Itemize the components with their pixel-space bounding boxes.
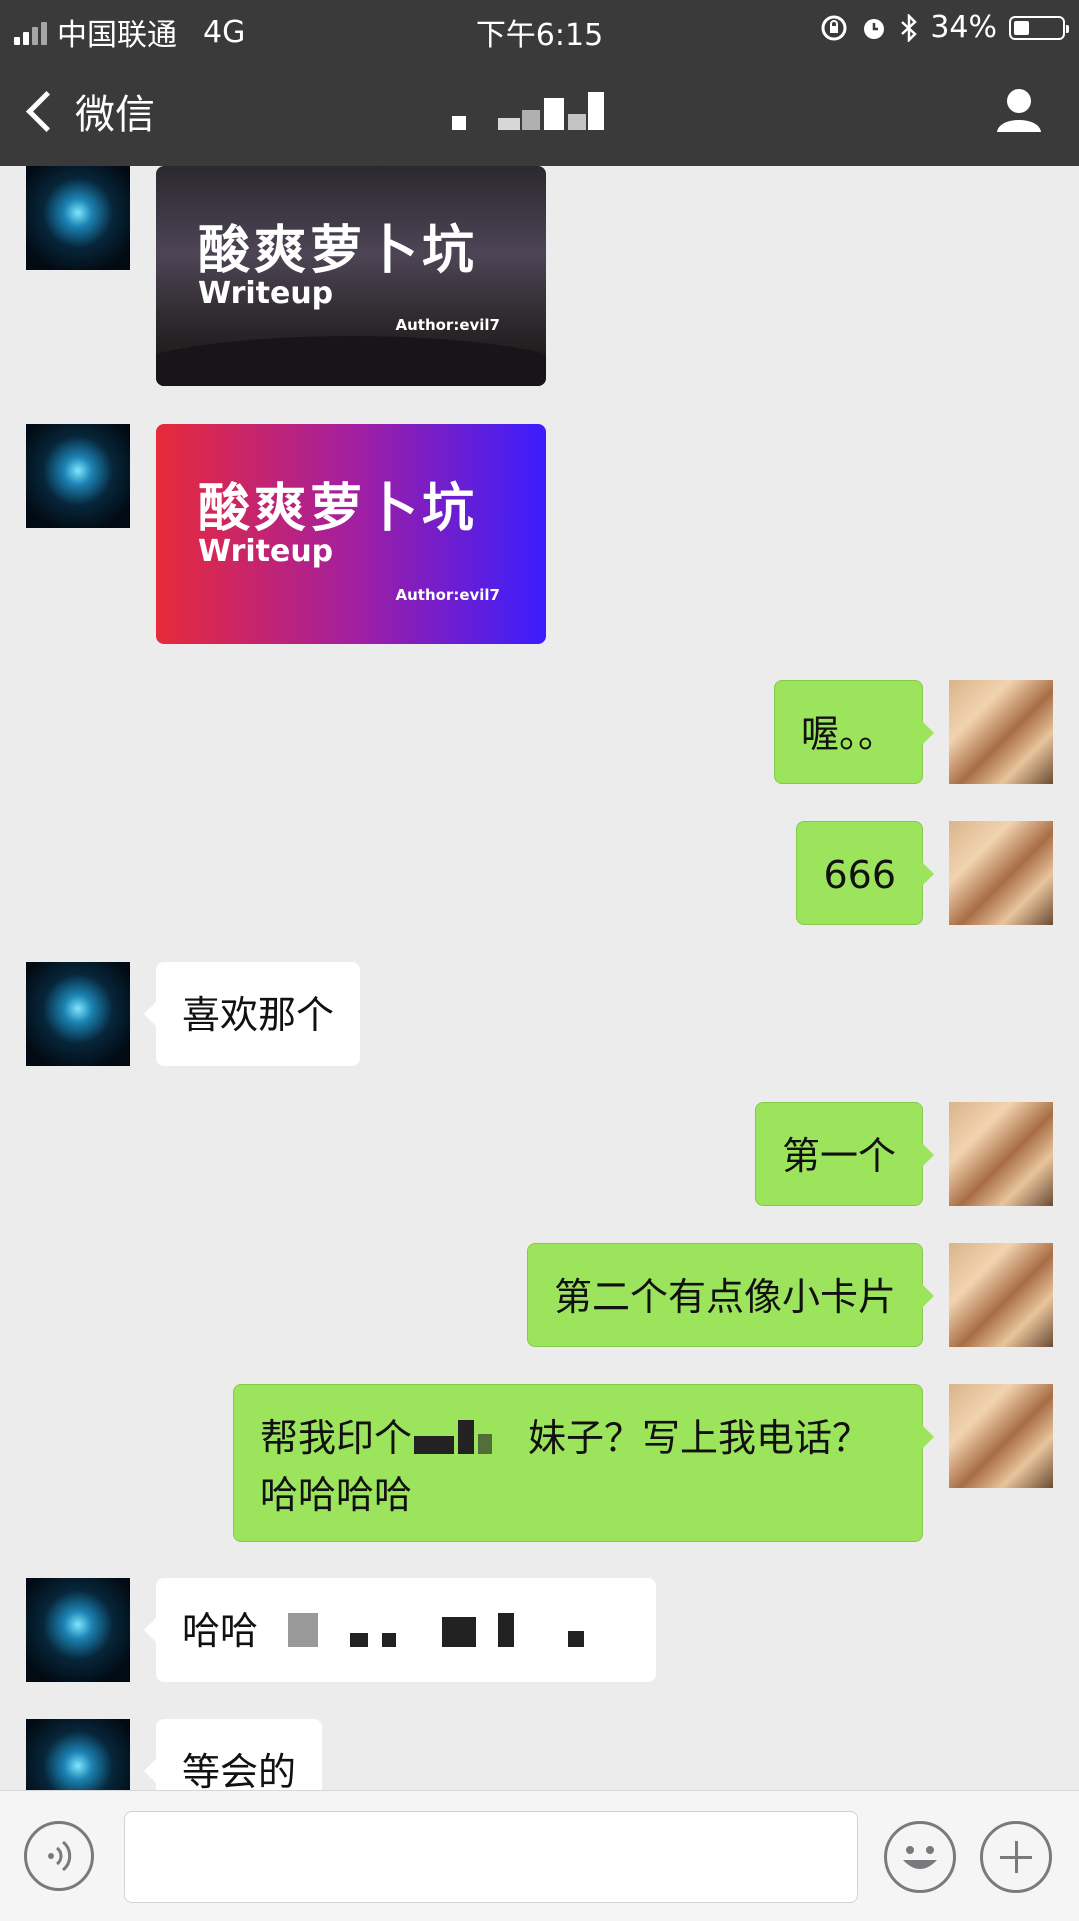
- input-bar: [0, 1790, 1079, 1921]
- battery-label: 34%: [930, 10, 997, 45]
- plus-icon[interactable]: [980, 1821, 1052, 1893]
- message-text: 第二个有点像小卡片: [553, 1275, 896, 1319]
- nav-bar: 微信: [0, 56, 1079, 166]
- battery-icon: [1009, 15, 1069, 40]
- smiley-face-icon: [903, 1846, 937, 1869]
- message-bubble-outgoing[interactable]: 帮我印个 妹子？写上我电话？哈哈哈哈: [233, 1384, 934, 1542]
- card-title: 酸爽萝卜坑: [198, 220, 479, 281]
- status-bar: 中国联通 4G 下午6:15 34%: [0, 0, 1079, 56]
- voice-wave-icon: [48, 1840, 72, 1872]
- back-label: 微信: [75, 92, 155, 138]
- back-button[interactable]: 微信: [24, 82, 155, 140]
- my-avatar[interactable]: [949, 821, 1053, 925]
- battery-level: [1014, 20, 1029, 35]
- card-title: 酸爽萝卜坑: [198, 478, 479, 539]
- message-bubble-outgoing[interactable]: 喔。。: [773, 680, 935, 784]
- my-avatar[interactable]: [949, 1243, 1053, 1347]
- chat-title-pixelated: [440, 88, 660, 138]
- message-bubble-outgoing[interactable]: 第一个: [754, 1102, 935, 1206]
- image-message[interactable]: 酸爽萝卜坑 Writeup Author:evil7: [156, 424, 546, 644]
- message-bubble-outgoing[interactable]: 666: [796, 821, 934, 925]
- chat-area[interactable]: 酸爽萝卜坑 Writeup Author:evil7 酸爽萝卜坑 Writeup…: [0, 166, 1079, 1790]
- image-message[interactable]: 酸爽萝卜坑 Writeup Author:evil7: [156, 166, 546, 386]
- card-author: Author:evil7: [395, 586, 500, 604]
- contact-avatar[interactable]: [26, 962, 130, 1066]
- message-bubble-incoming[interactable]: 喜欢那个: [143, 962, 361, 1066]
- message-text: 喜欢那个: [182, 993, 335, 1037]
- card-author: Author:evil7: [395, 316, 500, 334]
- contact-avatar[interactable]: [26, 1719, 130, 1790]
- user-icon[interactable]: [993, 84, 1045, 136]
- message-bubble-outgoing[interactable]: 第二个有点像小卡片: [526, 1243, 935, 1347]
- message-text-part1: 帮我印个: [260, 1416, 413, 1460]
- message-bubble-incoming[interactable]: 等会的: [143, 1719, 323, 1790]
- alarm-icon: [864, 18, 885, 39]
- message-text: 666: [823, 853, 896, 897]
- message-bubble-incoming[interactable]: 哈哈: [144, 1578, 656, 1682]
- message-text: 哈哈: [182, 1609, 259, 1653]
- redacted-mosaic: [412, 1414, 528, 1468]
- my-avatar[interactable]: [949, 680, 1053, 784]
- message-text: 喔。。: [800, 712, 896, 756]
- bluetooth-icon: [901, 13, 918, 42]
- my-avatar[interactable]: [949, 1384, 1053, 1488]
- contact-avatar[interactable]: [26, 424, 130, 528]
- message-input[interactable]: [124, 1811, 858, 1903]
- contact-avatar[interactable]: [26, 1578, 130, 1682]
- voice-icon[interactable]: [24, 1821, 94, 1891]
- status-right: 34%: [820, 10, 1069, 45]
- card-subtitle: Writeup: [198, 534, 334, 569]
- message-text: 等会的: [182, 1750, 297, 1790]
- redacted-mosaic: [286, 1607, 586, 1661]
- my-avatar[interactable]: [949, 1102, 1053, 1206]
- emoji-icon[interactable]: [884, 1821, 956, 1893]
- message-text: 第一个: [781, 1134, 896, 1178]
- contact-avatar[interactable]: [26, 166, 130, 270]
- card-subtitle: Writeup: [198, 276, 334, 311]
- rotation-lock-icon: [821, 15, 847, 40]
- chevron-left-icon: [25, 90, 68, 132]
